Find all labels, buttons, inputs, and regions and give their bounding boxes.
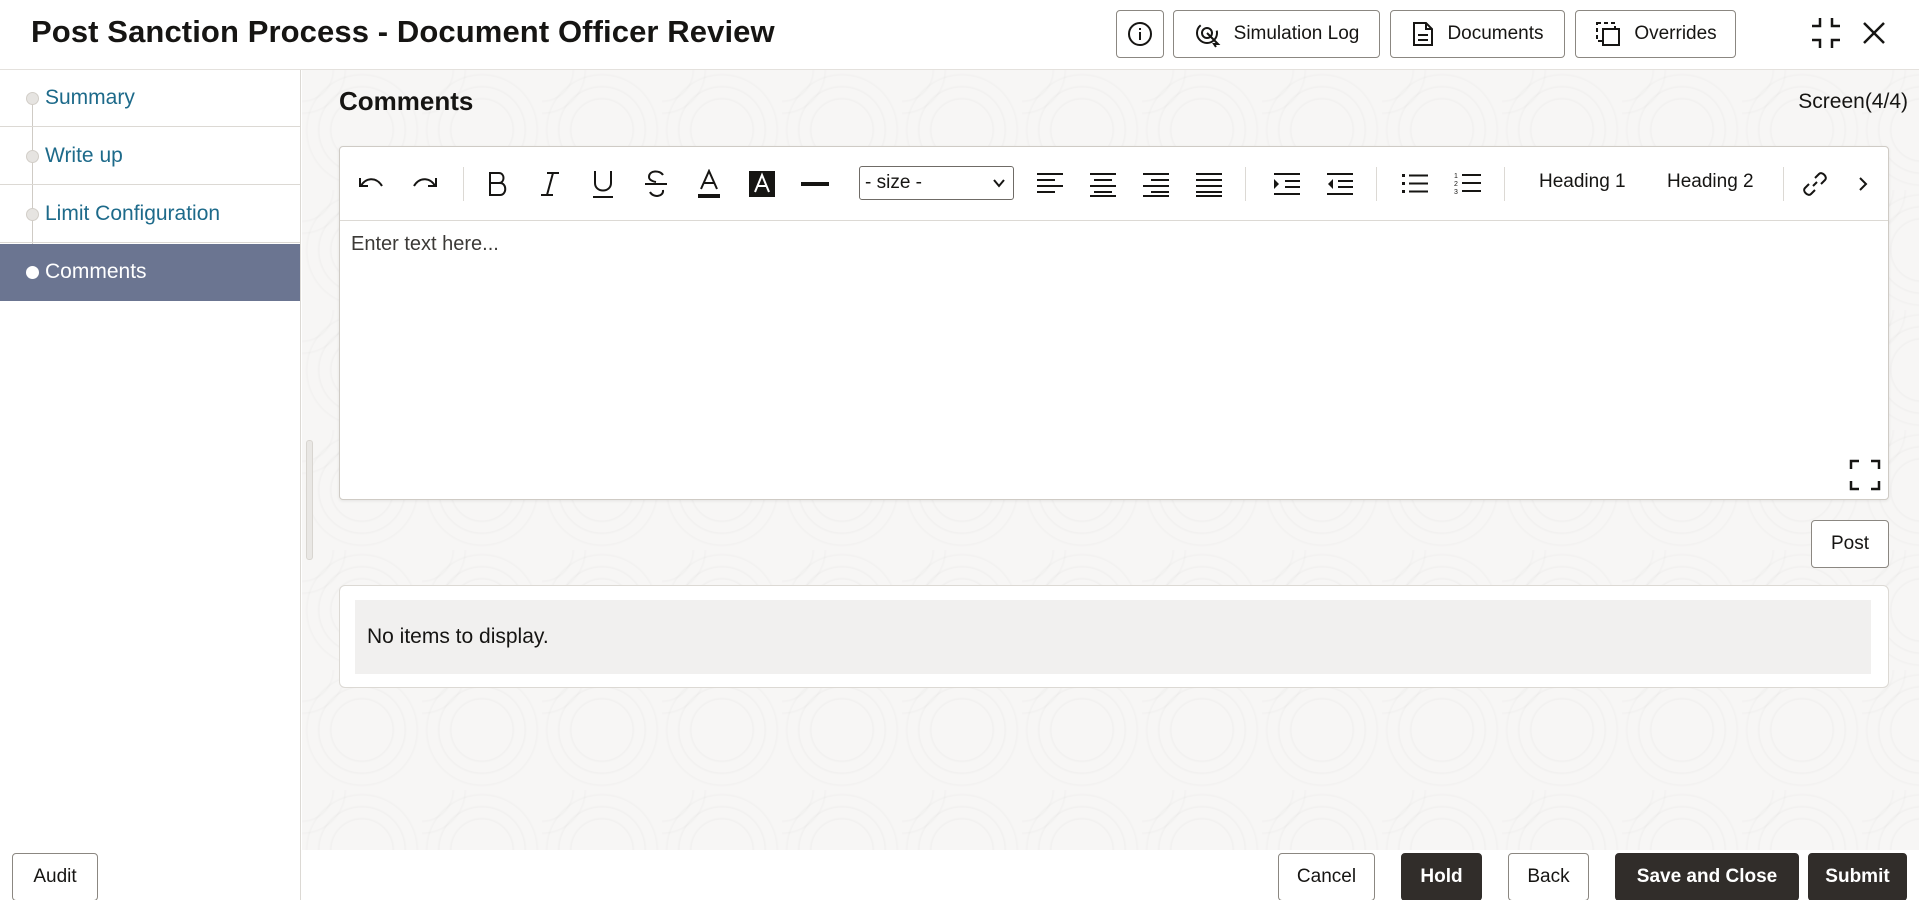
svg-text:3: 3: [1454, 189, 1458, 196]
numbered-list-button[interactable]: 123: [1451, 167, 1485, 201]
font-size-select[interactable]: - size -: [859, 166, 1014, 200]
close-icon[interactable]: [1861, 20, 1887, 46]
scrollbar[interactable]: [306, 440, 313, 560]
align-left-button[interactable]: [1033, 167, 1067, 201]
submit-button[interactable]: Submit: [1808, 853, 1907, 900]
info-button[interactable]: [1116, 10, 1164, 58]
align-right-icon: [1143, 173, 1169, 197]
collapse-icon[interactable]: [1810, 16, 1842, 50]
audit-button[interactable]: Audit: [12, 853, 98, 900]
chevron-down-icon: [993, 179, 1005, 188]
heading2-button[interactable]: Heading 2: [1667, 171, 1754, 193]
svg-text:1: 1: [1454, 173, 1458, 180]
sidebar-item-label: Comments: [45, 260, 147, 283]
sidebar-item-label: Summary: [45, 86, 135, 109]
step-dot: [26, 266, 39, 279]
hold-button[interactable]: Hold: [1401, 853, 1482, 900]
comments-list: No items to display.: [339, 585, 1889, 688]
indent-button[interactable]: [1270, 167, 1304, 201]
background-color-icon: [749, 171, 775, 197]
align-center-icon: [1090, 173, 1116, 197]
bulleted-list-icon: [1402, 174, 1428, 193]
step-dot: [26, 150, 39, 163]
justify-icon: [1196, 173, 1222, 197]
editor-text-area[interactable]: Enter text here...: [351, 233, 499, 256]
overrides-label: Overrides: [1634, 23, 1717, 44]
header-bar: Post Sanction Process - Document Officer…: [0, 0, 1919, 70]
bold-icon: [489, 172, 507, 196]
empty-message: No items to display.: [355, 600, 1871, 674]
bulleted-list-button[interactable]: [1398, 167, 1432, 201]
insert-link-button[interactable]: [1798, 167, 1832, 201]
toolbar-separator: [463, 167, 464, 201]
align-right-button[interactable]: [1139, 167, 1173, 201]
background-color-button[interactable]: [745, 167, 779, 201]
bold-button[interactable]: [480, 167, 514, 201]
align-left-icon: [1037, 173, 1063, 193]
italic-button[interactable]: [533, 167, 567, 201]
sidebar-item-summary[interactable]: Summary: [0, 70, 300, 127]
align-center-button[interactable]: [1086, 167, 1120, 201]
step-dot: [26, 92, 39, 105]
chevron-right-icon: [1859, 177, 1868, 191]
overrides-button[interactable]: Overrides: [1575, 10, 1736, 58]
undo-icon: [359, 178, 383, 187]
fullscreen-icon[interactable]: [1849, 459, 1881, 491]
strikethrough-button[interactable]: [639, 167, 673, 201]
page-title: Post Sanction Process - Document Officer…: [31, 14, 775, 49]
link-icon: [1803, 172, 1827, 196]
strikethrough-icon: [645, 170, 667, 197]
sidebar-nav: Summary Write up Limit Configuration Com…: [0, 70, 301, 900]
rich-text-editor[interactable]: - size - 1 2 3 Heading 1 Heading 2 Enter…: [339, 146, 1889, 500]
outdent-button[interactable]: [1323, 167, 1357, 201]
simulation-icon: [1195, 22, 1221, 48]
underline-button[interactable]: [586, 167, 620, 201]
save-and-close-button[interactable]: Save and Close: [1615, 853, 1799, 900]
sidebar-item-write-up[interactable]: Write up: [0, 128, 300, 185]
font-color-button[interactable]: [692, 167, 726, 201]
back-button[interactable]: Back: [1508, 853, 1589, 900]
sidebar-item-limit-configuration[interactable]: Limit Configuration: [0, 186, 300, 243]
outdent-icon: [1327, 173, 1353, 195]
redo-button[interactable]: [408, 167, 442, 201]
underline-icon: [593, 171, 613, 198]
screen-indicator: Screen(4/4): [1798, 90, 1908, 113]
redo-icon: [413, 178, 437, 187]
simulation-log-label: Simulation Log: [1233, 23, 1360, 44]
cancel-button[interactable]: Cancel: [1278, 853, 1375, 900]
toolbar-more-button[interactable]: [1850, 167, 1876, 201]
documents-label: Documents: [1447, 23, 1544, 44]
undo-button[interactable]: [354, 167, 388, 201]
info-icon: [1128, 22, 1152, 46]
editor-toolbar: - size - 1 2 3 Heading 1 Heading 2: [340, 147, 1888, 221]
post-button[interactable]: Post: [1811, 520, 1889, 568]
documents-button[interactable]: Documents: [1390, 10, 1565, 58]
italic-icon: [541, 172, 559, 196]
sidebar-item-comments[interactable]: Comments: [0, 244, 300, 301]
toolbar-separator: [1504, 167, 1505, 201]
horizontal-line-button[interactable]: [798, 167, 832, 201]
toolbar-separator: [1376, 167, 1377, 201]
numbered-list-icon: 123: [1454, 173, 1481, 196]
document-icon: [1413, 22, 1434, 46]
horizontal-rule-icon: [801, 182, 829, 186]
section-title: Comments: [339, 86, 474, 116]
heading1-button[interactable]: Heading 1: [1539, 171, 1626, 193]
font-color-icon: [698, 169, 720, 198]
step-dot: [26, 208, 39, 221]
toolbar-separator: [1783, 167, 1784, 201]
sidebar-item-label: Write up: [45, 144, 123, 167]
indent-icon: [1274, 173, 1300, 195]
overrides-icon: [1596, 22, 1621, 46]
font-size-value: - size -: [865, 172, 922, 193]
toolbar-separator: [1245, 167, 1246, 201]
sidebar-item-label: Limit Configuration: [45, 202, 221, 225]
justify-button[interactable]: [1192, 167, 1226, 201]
simulation-log-button[interactable]: Simulation Log: [1173, 10, 1380, 58]
svg-text:2: 2: [1454, 181, 1458, 188]
